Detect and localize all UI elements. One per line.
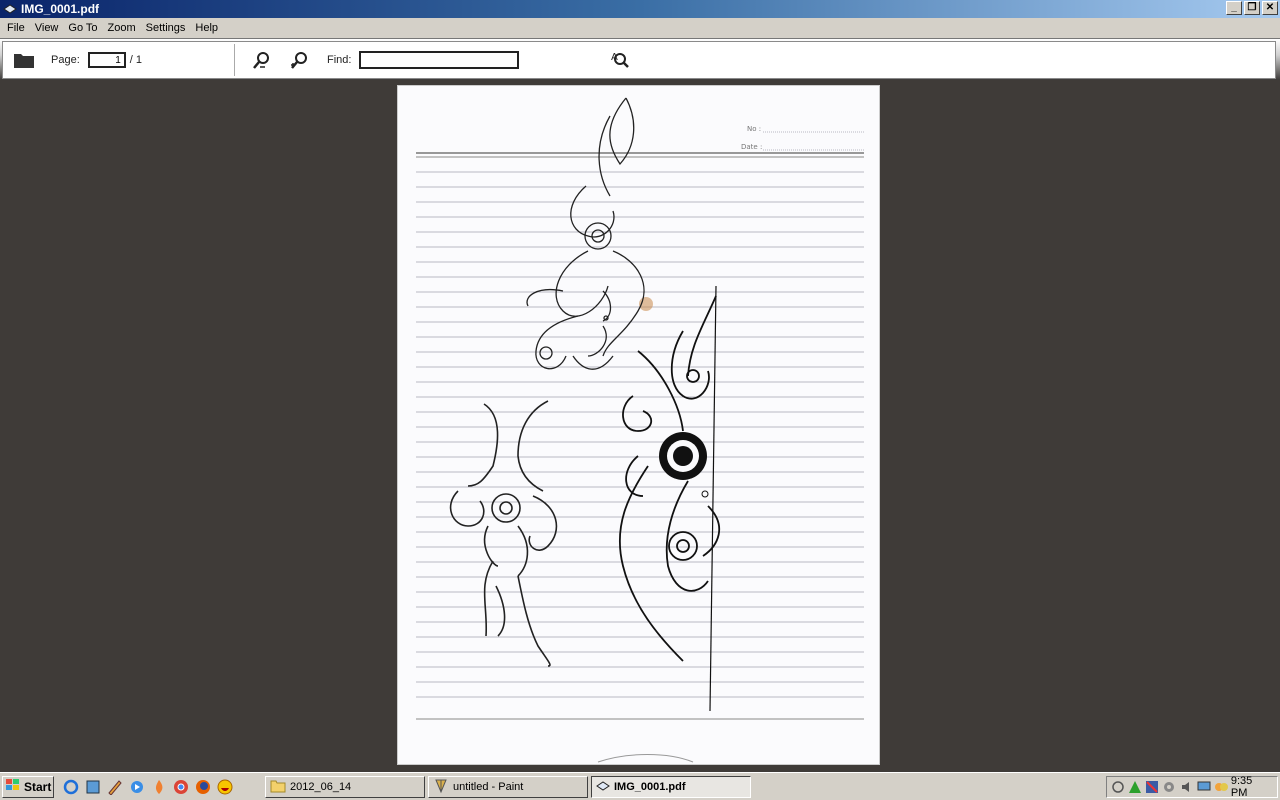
start-button[interactable]: Start <box>2 775 54 798</box>
firefox-icon[interactable] <box>194 778 212 796</box>
taskbar: Start 2012_06_14 untitled - Paint IMG_00… <box>0 772 1280 800</box>
find-input[interactable] <box>359 51 520 69</box>
chrome-icon[interactable] <box>172 778 190 796</box>
menu-help[interactable]: Help <box>190 22 223 34</box>
zoom-out-icon[interactable] <box>249 47 275 73</box>
svg-text:A: A <box>611 52 618 63</box>
task-button-paint[interactable]: untitled - Paint <box>428 776 588 798</box>
menu-settings[interactable]: Settings <box>141 22 191 34</box>
flame-icon[interactable] <box>150 778 168 796</box>
top-tribal-sketch <box>526 97 645 370</box>
sketch-eye-center <box>673 446 693 466</box>
menu-view[interactable]: View <box>30 22 64 34</box>
open-folder-icon[interactable] <box>11 47 37 73</box>
system-tray: 9:35 PM <box>1106 775 1278 799</box>
menu-zoom[interactable]: Zoom <box>103 22 141 34</box>
restore-button[interactable]: ❐ <box>1244 1 1260 15</box>
window-title: IMG_0001.pdf <box>21 2 100 16</box>
task-button-pdf[interactable]: IMG_0001.pdf <box>591 776 751 798</box>
show-desktop-icon[interactable] <box>84 778 102 796</box>
app-icon <box>3 2 17 16</box>
menu-file[interactable]: File <box>2 22 30 34</box>
page-bottom-arc <box>597 754 694 763</box>
media-player-icon[interactable] <box>128 778 146 796</box>
pdf-viewer-icon <box>596 780 610 794</box>
tray-speaker-icon[interactable] <box>1180 779 1194 795</box>
smiley-icon[interactable] <box>216 778 234 796</box>
tray-monitor-icon[interactable] <box>1197 779 1211 795</box>
windows-logo-icon <box>5 778 21 795</box>
title-bar: IMG_0001.pdf _ ❐ ✕ <box>0 0 1280 18</box>
tray-network-icon[interactable] <box>1111 779 1125 795</box>
no-label: No : <box>747 125 761 133</box>
date-label: Date : <box>741 143 762 151</box>
task-button-folder[interactable]: 2012_06_14 <box>265 776 425 798</box>
zoom-in-icon[interactable] <box>287 47 313 73</box>
find-next-icon[interactable]: A <box>607 47 633 73</box>
find-label: Find: <box>326 54 352 66</box>
page-number-input[interactable] <box>87 52 126 68</box>
menu-bar: File View Go To Zoom Settings Help <box>0 18 1280 38</box>
folder-icon <box>270 779 286 796</box>
document-view[interactable]: No : Date : <box>0 80 1280 772</box>
start-label: Start <box>24 779 52 794</box>
minimize-button[interactable]: _ <box>1226 1 1242 15</box>
pencil-icon[interactable] <box>106 778 124 796</box>
close-button[interactable]: ✕ <box>1262 1 1278 15</box>
tray-gear-icon[interactable] <box>1162 779 1176 795</box>
system-clock[interactable]: 9:35 PM <box>1231 775 1267 799</box>
paint-icon <box>433 778 449 797</box>
page-total: / 1 <box>129 54 142 66</box>
notebook-lines <box>416 131 864 720</box>
page-label: Page: <box>51 54 80 66</box>
toolbar: Page: / 1 Find: A <box>0 38 1280 80</box>
left-tribal-sketch <box>449 400 558 667</box>
tray-security-icon[interactable] <box>1145 779 1159 795</box>
scanned-sketch-image: No : Date : <box>416 97 864 763</box>
internet-explorer-icon[interactable] <box>62 778 80 796</box>
right-tribal-sketch <box>619 285 720 712</box>
quick-launch <box>62 778 234 796</box>
pdf-page: No : Date : <box>397 85 880 765</box>
toolbar-separator <box>233 44 235 76</box>
menu-goto[interactable]: Go To <box>63 22 102 34</box>
tray-green-triangle-icon[interactable] <box>1128 779 1142 795</box>
tray-messenger-icon[interactable] <box>1214 779 1228 795</box>
